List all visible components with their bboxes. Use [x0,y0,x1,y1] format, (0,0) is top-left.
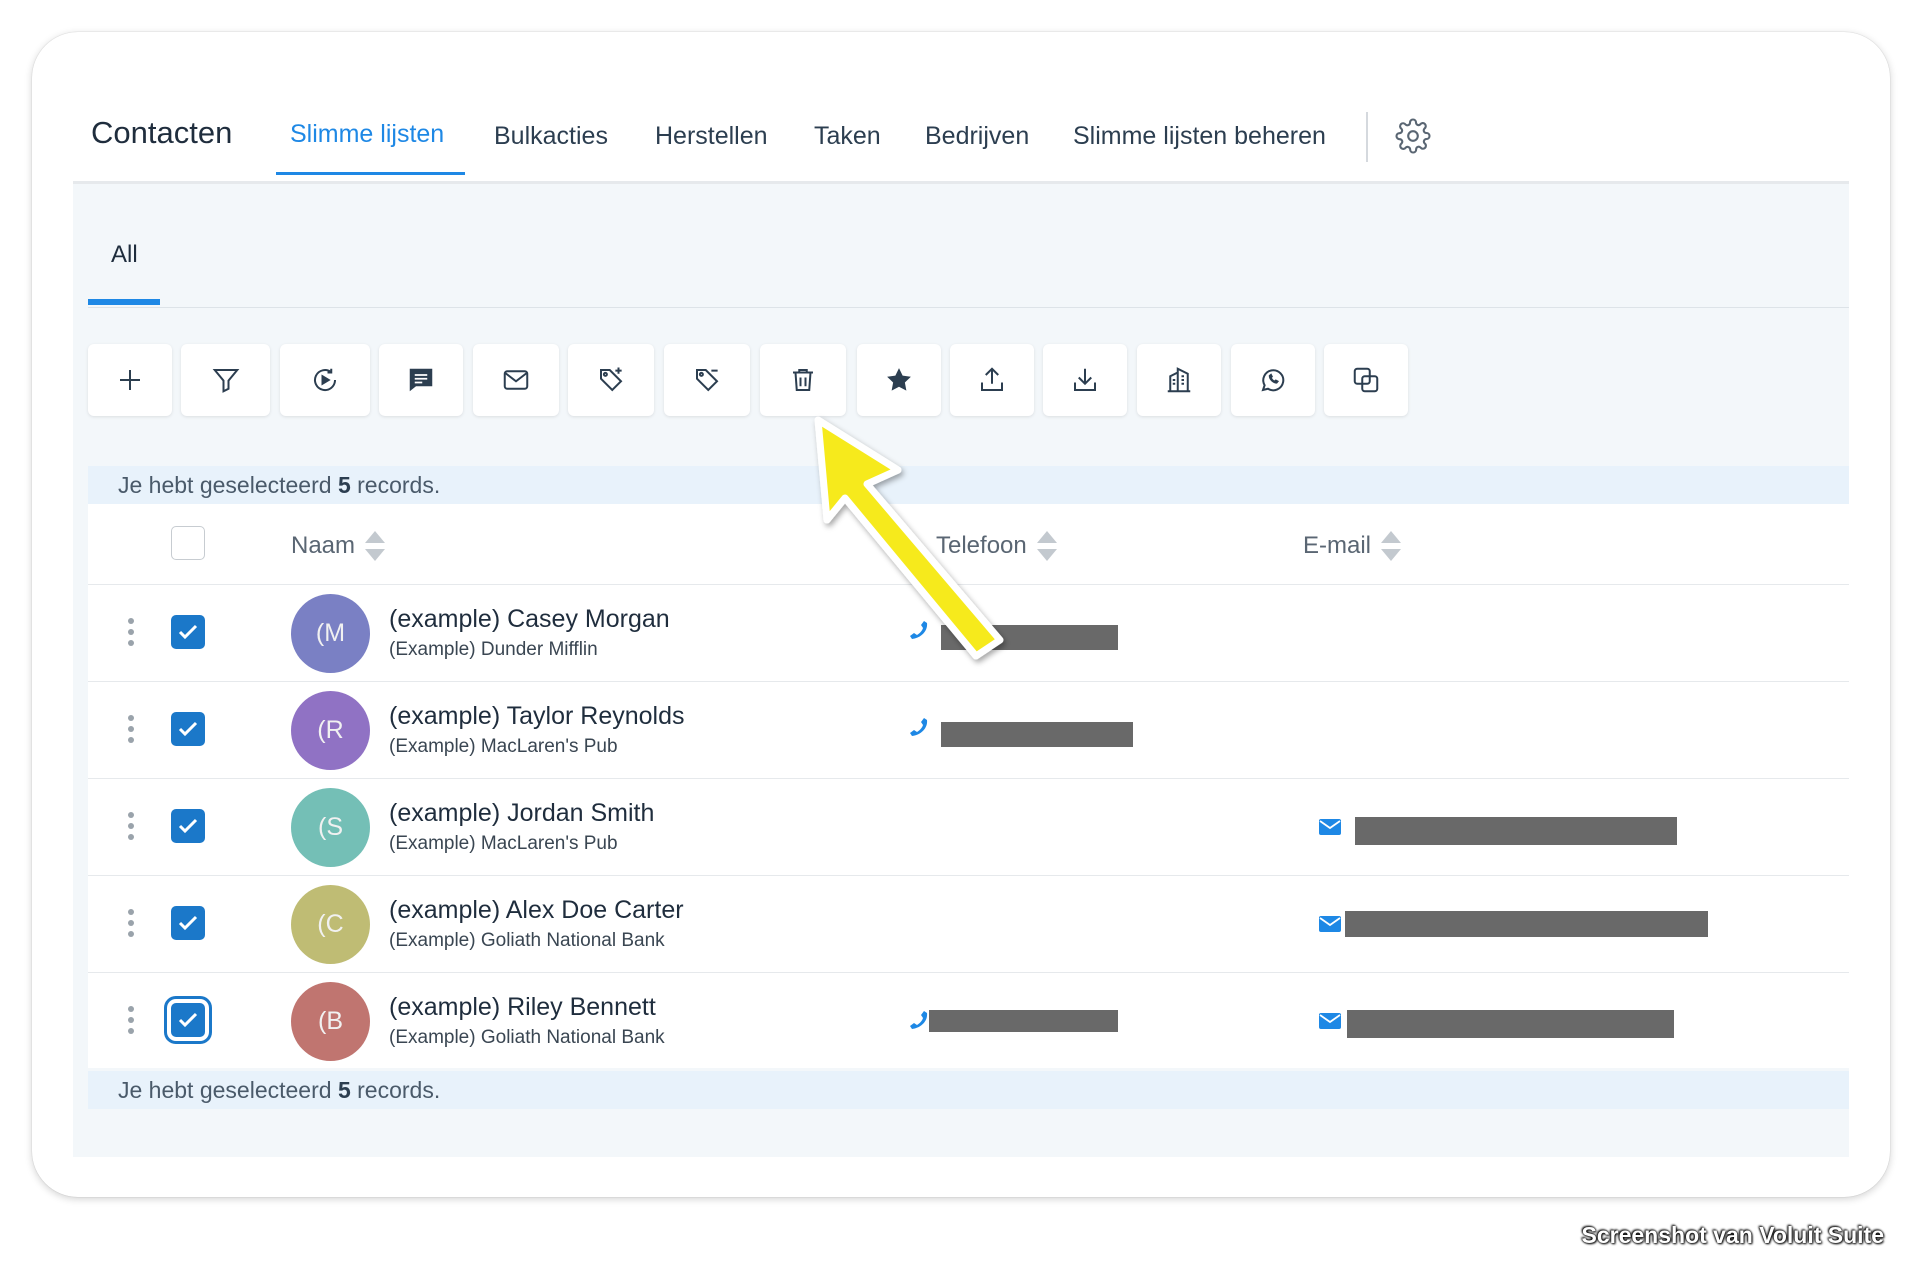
tab-bulkacties[interactable]: Bulkacties [494,122,608,151]
app-title: Contacten [91,115,233,150]
row-checkbox[interactable] [171,906,205,940]
sms-icon [409,368,433,392]
merge-button[interactable] [1324,344,1408,416]
watermark: Screenshot van Voluit Suite [1581,1222,1884,1248]
trash-icon [793,369,813,391]
redacted-phone [929,1010,1118,1032]
column-header-email-label: E-mail [1303,532,1372,559]
mail-icon[interactable] [1318,1009,1342,1033]
sort-icon [1381,531,1402,561]
row-menu-icon[interactable] [128,1006,134,1039]
table-row[interactable]: (M (example) Casey Morgan (Example) Dund… [88,584,1849,682]
table-row[interactable]: (R (example) Taylor Reynolds (Example) M… [88,681,1849,779]
add-button[interactable] [88,344,172,416]
tab-slimme-lijsten[interactable]: Slimme lijsten [290,120,444,149]
mail-icon[interactable] [1318,815,1342,839]
redacted-phone [941,722,1133,747]
redacted-email [1347,1010,1674,1038]
contact-name[interactable]: (example) Alex Doe Carter [389,896,684,925]
subtab-divider [88,307,1849,308]
delete-button[interactable] [760,344,846,416]
contact-company: (Example) MacLaren's Pub [389,736,618,757]
whatsapp-button[interactable] [1231,344,1315,416]
gear-icon[interactable] [1395,118,1431,154]
row-menu-icon[interactable] [128,618,134,651]
row-checkbox[interactable] [171,615,205,649]
tab-taken[interactable]: Taken [814,122,881,151]
tab-herstellen[interactable]: Herstellen [655,122,768,151]
subtab-all[interactable]: All [111,241,138,269]
tab-bedrijven[interactable]: Bedrijven [925,122,1029,151]
nav-divider [1366,112,1368,162]
subtab-indicator [88,299,160,305]
avatar: (R [291,691,370,770]
filter-icon [212,369,239,393]
contact-company: (Example) Goliath National Bank [389,1027,665,1048]
selection-bar-top: Je hebt geselecteerd 5 records. [88,466,1849,504]
contact-name[interactable]: (example) Riley Bennett [389,993,656,1022]
tab-slimme-lijsten-beheren[interactable]: Slimme lijsten beheren [1073,122,1326,151]
filter-button[interactable] [181,344,270,416]
tag-add-icon [600,367,623,392]
row-checkbox[interactable] [171,809,205,843]
company-button[interactable] [1137,344,1221,416]
row-menu-icon[interactable] [128,812,134,845]
selection-text: Je hebt geselecteerd 5 records. [118,1077,441,1103]
selection-text: Je hebt geselecteerd 5 records. [118,472,441,498]
row-checkbox[interactable] [171,1003,205,1037]
select-all-checkbox[interactable] [171,526,205,560]
export-button[interactable] [950,344,1034,416]
phone-icon[interactable] [907,619,931,643]
avatar: (B [291,982,370,1061]
selection-bar-bottom: Je hebt geselecteerd 5 records. [88,1071,1849,1109]
contact-name[interactable]: (example) Jordan Smith [389,799,654,828]
import-icon [1074,368,1096,391]
row-checkbox[interactable] [171,712,205,746]
import-button[interactable] [1043,344,1127,416]
workflow-icon [314,368,337,392]
tag-add-button[interactable] [568,344,654,416]
contact-company: (Example) MacLaren's Pub [389,833,618,854]
whatsapp-icon [1261,369,1285,392]
star-icon [887,368,911,391]
tag-remove-button[interactable] [664,344,750,416]
table-row[interactable]: (S (example) Jordan Smith (Example) MacL… [88,778,1849,876]
column-header-phone[interactable]: Telefoon [936,531,1057,561]
sms-button[interactable] [379,344,463,416]
redacted-email [1355,817,1677,845]
email-icon [503,370,529,390]
table-row[interactable]: (C (example) Alex Doe Carter (Example) G… [88,875,1849,973]
sort-icon [1036,531,1057,561]
mail-icon[interactable] [1318,912,1342,936]
phone-icon[interactable] [907,1009,931,1033]
email-button[interactable] [473,344,559,416]
export-icon [981,367,1003,391]
avatar: (C [291,885,370,964]
merge-icon [1353,367,1379,393]
table-row[interactable]: (B (example) Riley Bennett (Example) Gol… [88,972,1849,1070]
contact-company: (Example) Goliath National Bank [389,930,665,951]
add-icon [120,370,140,390]
contact-name[interactable]: (example) Casey Morgan [389,605,670,634]
contact-company: (Example) Dunder Mifflin [389,639,598,660]
column-header-email[interactable]: E-mail [1303,531,1402,561]
favorite-button[interactable] [857,344,941,416]
contact-name[interactable]: (example) Taylor Reynolds [389,702,685,731]
redacted-email [1345,911,1708,937]
row-menu-icon[interactable] [128,715,134,748]
row-menu-icon[interactable] [128,909,134,942]
avatar: (S [291,788,370,867]
workflow-button[interactable] [280,344,370,416]
column-header-name-label: Naam [291,532,356,559]
phone-icon[interactable] [907,716,931,740]
company-icon [1167,367,1191,393]
tag-remove-icon [696,369,719,392]
avatar: (M [291,594,370,673]
contacts-table: Naam Telefoon E-mail (M (example) Casey … [88,504,1849,1068]
column-header-phone-label: Telefoon [936,532,1027,559]
column-header-name[interactable]: Naam [291,531,386,561]
sort-icon [365,531,386,561]
redacted-phone [941,625,1118,650]
active-tab-indicator [276,172,465,175]
